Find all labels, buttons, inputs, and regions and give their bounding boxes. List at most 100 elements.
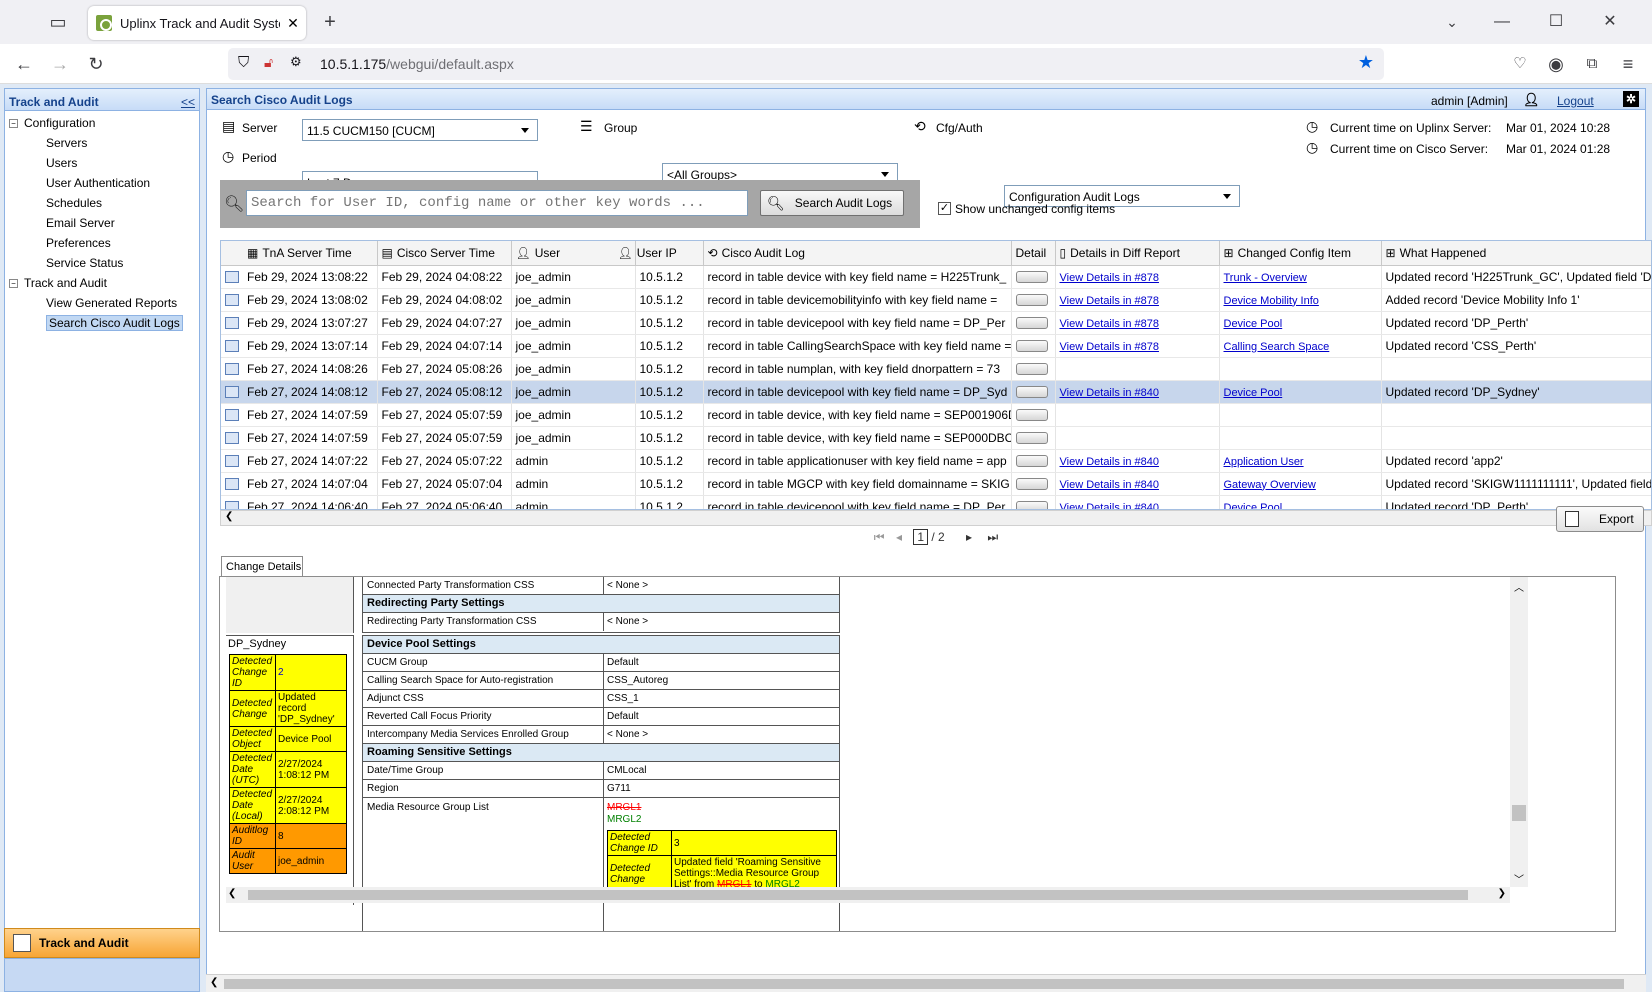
changed-item-link[interactable]: Device Pool [1224,502,1283,510]
cell-diff-link[interactable]: View Details in #840 [1055,380,1220,404]
cell-changed-item[interactable]: Calling Search Space [1219,334,1382,358]
cell-diff-link[interactable]: View Details in #840 [1055,472,1220,496]
menu-icon[interactable]: ≡ [1614,50,1642,78]
browser-tab[interactable]: Uplinx Track and Audit System ✕ [88,6,306,40]
diff-report-link[interactable]: View Details in #840 [1060,502,1159,510]
extensions-icon[interactable]: ⧉ [1578,50,1606,78]
reload-icon[interactable]: ↻ [82,50,110,78]
row-detail-icon[interactable] [225,478,239,491]
table-row[interactable]: Feb 27, 2024 14:08:26 Feb 27, 2024 05:08:… [221,357,1651,381]
cell-diff-link[interactable] [1055,403,1220,427]
cell-diff-link[interactable]: View Details in #878 [1055,311,1220,335]
first-page-icon[interactable]: ⏮ [874,530,885,544]
list-tabs-chevron-icon[interactable]: ⌄ [1438,8,1466,36]
table-row[interactable]: Feb 29, 2024 13:08:02 Feb 29, 2024 04:08:… [221,288,1651,312]
pocket-icon[interactable]: ♡ [1506,50,1534,78]
track-and-audit-nav-button[interactable]: Track and Audit [4,928,200,958]
page-horizontal-scrollbar[interactable]: ❮ [206,974,1646,992]
row-detail-icon[interactable] [225,294,239,307]
maximize-window-icon[interactable]: ☐ [1542,8,1570,36]
cell-changed-item[interactable]: Device Pool [1219,380,1382,404]
cell-changed-item[interactable]: Device Pool [1219,495,1382,510]
search-input[interactable] [246,190,748,216]
row-detail-icon[interactable] [225,363,239,376]
new-tab-icon[interactable]: + [316,8,344,36]
cell-changed-item[interactable]: Gateway Overview [1219,472,1382,496]
cell-diff-link[interactable]: View Details in #840 [1055,449,1220,473]
col-header-detail[interactable]: Detail [1011,241,1056,266]
detail-button[interactable] [1015,294,1048,307]
scroll-up-icon[interactable]: ︿ [1514,579,1524,594]
tree-node-configuration[interactable]: − Configuration [9,113,199,133]
close-window-icon[interactable]: ✕ [1596,8,1624,36]
detail-button[interactable] [1015,409,1048,422]
tree-item-search-cisco-audit-logs[interactable]: Search Cisco Audit Logs [9,313,199,333]
detail-button[interactable] [1015,363,1048,376]
logout-link[interactable]: Logout [1557,94,1594,108]
row-detail-icon[interactable] [225,455,239,468]
diff-report-link[interactable]: View Details in #878 [1060,272,1159,284]
diff-report-link[interactable]: View Details in #878 [1060,341,1159,353]
grid-horizontal-scrollbar[interactable]: ❮ [220,510,1652,526]
detail-button[interactable] [1015,501,1048,509]
cell-changed-item[interactable] [1219,357,1382,381]
col-header-tna-time[interactable]: ▦ TnA Server Time [221,241,378,266]
detail-button[interactable] [1015,271,1048,284]
row-detail-icon[interactable] [225,432,239,445]
row-detail-icon[interactable] [225,317,239,330]
account-icon[interactable]: ◉ [1542,50,1570,78]
changed-item-link[interactable]: Application User [1224,456,1304,468]
col-header-what-happened[interactable]: ⊞ What Happened [1381,241,1651,266]
scroll-right-icon[interactable]: ❯ [1498,888,1506,899]
collapse-node-icon[interactable]: − [9,279,18,289]
cell-diff-link[interactable] [1055,426,1220,450]
cell-detail[interactable] [1011,449,1056,473]
diff-report-link[interactable]: View Details in #878 [1060,318,1159,330]
row-detail-icon[interactable] [225,409,239,422]
collapse-node-icon[interactable]: − [9,119,18,129]
close-tab-icon[interactable]: ✕ [280,15,306,32]
details-horizontal-scrollbar[interactable]: ❮ ❯ [226,887,1510,903]
table-row[interactable]: Feb 27, 2024 14:07:04 Feb 27, 2024 05:07:… [221,472,1651,496]
col-header-cisco-time[interactable]: ▤ Cisco Server Time [377,241,512,266]
cell-detail[interactable] [1011,311,1056,335]
search-audit-logs-button[interactable]: 🔍︎ Search Audit Logs [760,190,904,216]
table-row[interactable]: Feb 27, 2024 14:08:12 Feb 27, 2024 05:08:… [221,380,1651,404]
detail-button[interactable] [1015,386,1048,399]
changed-item-link[interactable]: Calling Search Space [1224,341,1330,353]
export-button[interactable]: Export [1556,506,1644,532]
cell-changed-item[interactable]: Application User [1219,449,1382,473]
prev-page-icon[interactable]: ◂ [896,530,902,544]
detail-button[interactable] [1015,340,1048,353]
cell-diff-link[interactable]: View Details in #840 [1055,495,1220,510]
scroll-down-icon[interactable]: ﹀ [1514,871,1524,886]
address-bar[interactable]: ⛉ 🔓︎ ⚙ 10.5.1.175/webgui/default.aspx ★ [228,48,1384,80]
table-row[interactable]: Feb 29, 2024 13:07:27 Feb 29, 2024 04:07:… [221,311,1651,335]
col-header-user[interactable]: 👤︎ User [511,241,636,266]
tree-item-servers[interactable]: Servers [9,133,199,153]
cell-changed-item[interactable] [1219,426,1382,450]
tree-item-email-server[interactable]: Email Server [9,213,199,233]
col-header-cisco-audit-log[interactable]: ⟲ Cisco Audit Log [703,241,1012,266]
row-detail-icon[interactable] [225,340,239,353]
cell-detail[interactable] [1011,357,1056,381]
detail-button[interactable] [1015,432,1048,445]
tree-item-preferences[interactable]: Preferences [9,233,199,253]
diff-report-link[interactable]: View Details in #840 [1060,479,1159,491]
table-row[interactable]: Feb 27, 2024 14:07:59 Feb 27, 2024 05:07:… [221,403,1651,427]
bookmark-star-icon[interactable]: ★ [1358,52,1374,73]
col-header-changed-item[interactable]: ⊞ Changed Config Item [1219,241,1382,266]
tab-overview-icon[interactable]: ▭ [44,8,72,36]
changed-item-link[interactable]: Device Mobility Info [1224,295,1319,307]
cell-detail[interactable] [1011,288,1056,312]
table-row[interactable]: Feb 27, 2024 14:07:59 Feb 27, 2024 05:07:… [221,426,1651,450]
cell-detail[interactable] [1011,472,1056,496]
row-detail-icon[interactable] [225,386,239,399]
tree-item-user-authentication[interactable]: User Authentication [9,173,199,193]
table-row[interactable]: Feb 27, 2024 14:07:22 Feb 27, 2024 05:07:… [221,449,1651,473]
settings-gear-icon[interactable]: ✲ [1623,91,1639,107]
show-unchanged-checkbox[interactable]: ✓ [938,202,951,215]
last-page-icon[interactable]: ⏭ [987,530,998,544]
changed-item-link[interactable]: Trunk - Overview [1224,272,1307,284]
detail-button[interactable] [1015,317,1048,330]
